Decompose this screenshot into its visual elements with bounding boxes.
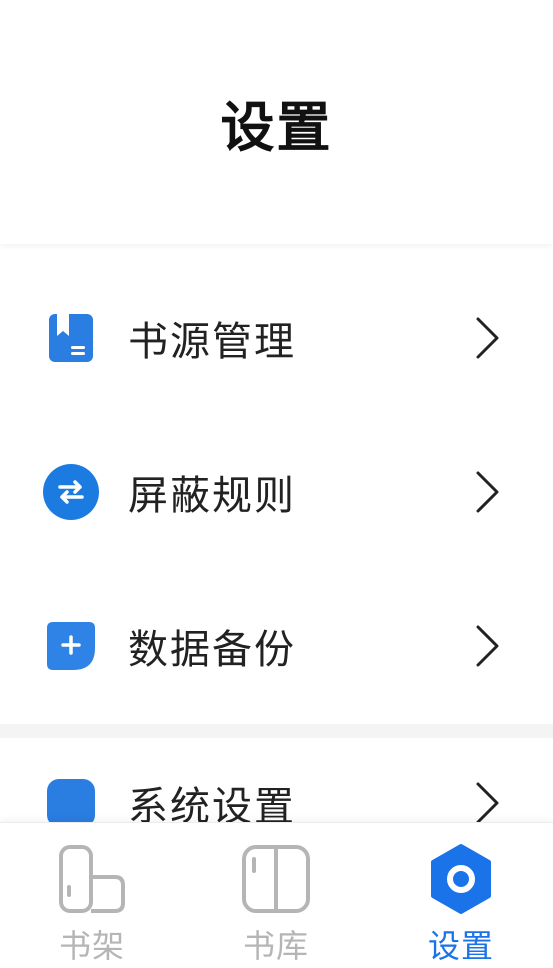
swap-arrows-icon [43, 464, 99, 520]
book-source-icon [43, 310, 99, 366]
settings-content: 书源管理 屏蔽规则 数据备份 系统设置 [0, 244, 553, 858]
tab-label: 书库 [242, 927, 309, 965]
tab-bookshelf[interactable]: 书架 [0, 823, 184, 968]
settings-group-main: 书源管理 屏蔽规则 数据备份 [0, 244, 553, 724]
plus-backup-icon [43, 618, 99, 674]
settings-hex-icon [431, 844, 491, 914]
chevron-right-icon [476, 471, 499, 513]
tab-library[interactable]: 书库 [184, 823, 368, 968]
page-title: 设置 [220, 95, 333, 159]
chevron-right-icon [476, 317, 499, 359]
book-open-icon [242, 845, 310, 913]
settings-screen: 设置 书源管理 屏蔽规则 数据备份 系统设置 书架 书库 设置 [0, 0, 553, 968]
bottom-tab-bar: 书架 书库 设置 [0, 822, 553, 968]
settings-item-label: 屏蔽规则 [128, 473, 296, 519]
tab-label: 设置 [427, 927, 494, 965]
page-header: 设置 [0, 0, 553, 244]
tab-settings[interactable]: 设置 [369, 823, 553, 968]
chevron-right-icon [476, 625, 499, 667]
chevron-right-icon [476, 782, 499, 824]
settings-item-data-backup[interactable]: 数据备份 [0, 569, 553, 723]
settings-item-label: 书源管理 [128, 319, 296, 365]
settings-item-book-source[interactable]: 书源管理 [0, 261, 553, 415]
settings-item-label: 数据备份 [128, 627, 296, 673]
settings-item-block-rules[interactable]: 屏蔽规则 [0, 415, 553, 569]
bookshelf-icon [59, 845, 125, 913]
tab-label: 书架 [58, 927, 125, 965]
